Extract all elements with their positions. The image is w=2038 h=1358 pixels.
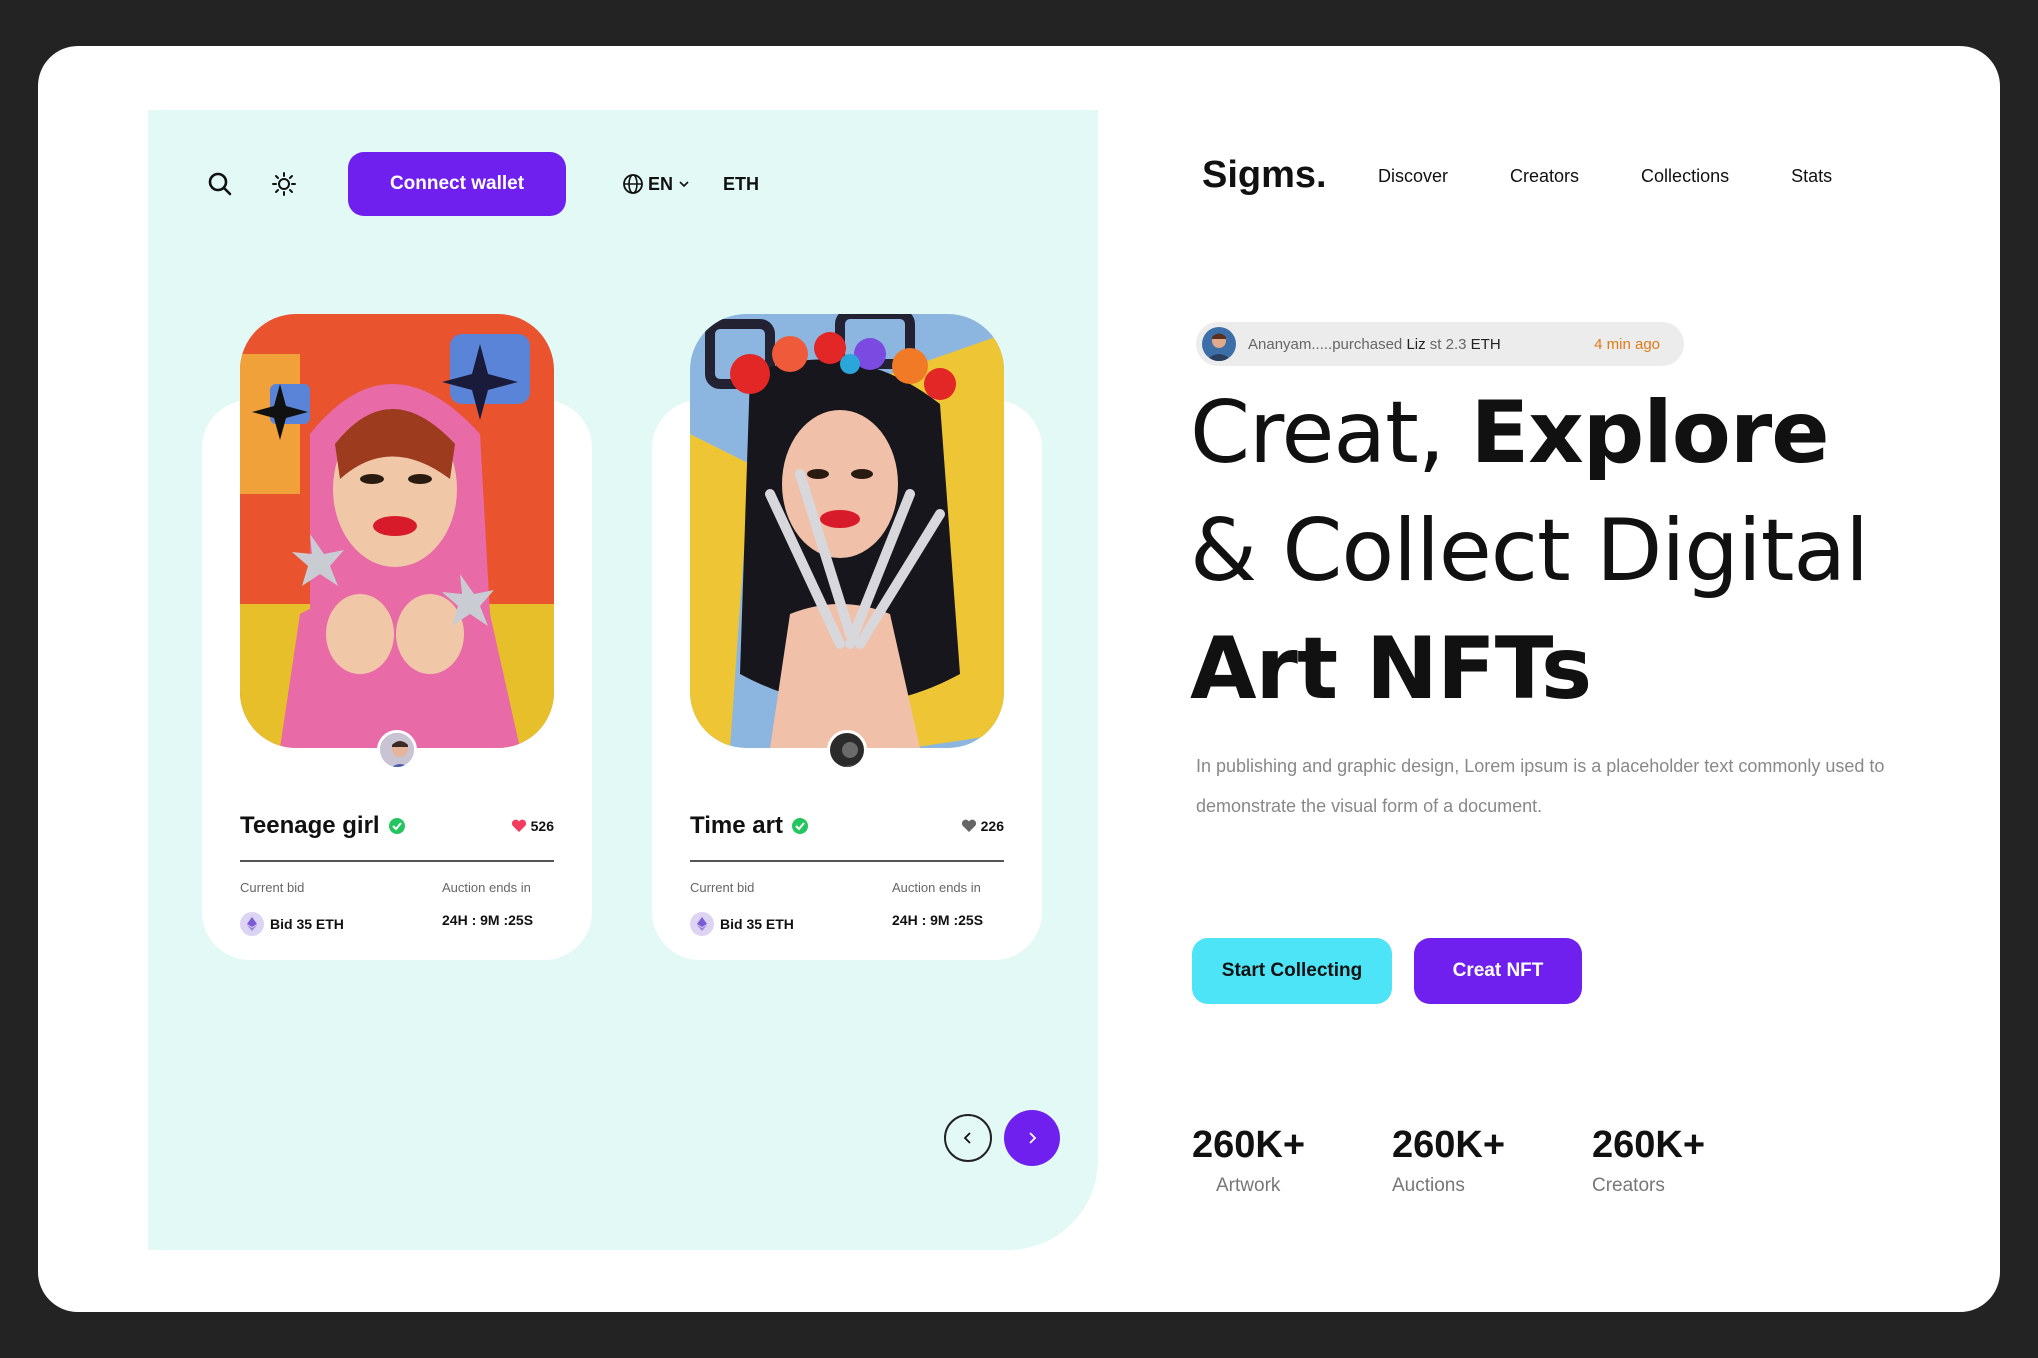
nft-card[interactable]: Time art 226 Current bid Auction ends in… (652, 314, 1042, 960)
nav-stats[interactable]: Stats (1791, 166, 1832, 187)
nav-collections[interactable]: Collections (1641, 166, 1729, 187)
current-bid-value: Bid 35 ETH (240, 912, 344, 936)
showcase-panel: Connect wallet EN ETH Teenage girl 526 C… (148, 110, 1098, 1250)
nft-title: Time art (690, 812, 809, 840)
stat-creators: 260K+ Creators (1592, 1124, 1706, 1196)
like-count: 526 (530, 818, 554, 834)
current-bid-label: Current bid (690, 880, 755, 895)
brand-logo[interactable]: Sigms. (1202, 154, 1327, 197)
previous-button[interactable] (944, 1114, 992, 1162)
nft-title: Teenage girl (240, 812, 406, 840)
auction-countdown: 24H : 9M :25S (892, 912, 984, 928)
carousel-controls (944, 1110, 1060, 1166)
start-collecting-button[interactable]: Start Collecting (1192, 938, 1392, 1004)
language-selector[interactable]: EN (622, 173, 695, 195)
heart-icon (961, 819, 976, 832)
nav-discover[interactable]: Discover (1378, 166, 1448, 187)
divider (690, 860, 1004, 862)
chevron-left-icon (963, 1132, 971, 1144)
currency-selector[interactable]: ETH (723, 174, 759, 195)
language-label: EN (648, 173, 674, 194)
create-nft-button[interactable]: Creat NFT (1414, 938, 1582, 1004)
nft-artwork-image[interactable] (690, 314, 1004, 748)
search-icon[interactable] (200, 164, 240, 204)
current-bid-label: Current bid (240, 880, 305, 895)
nft-artwork-image[interactable] (240, 314, 554, 748)
activity-time: 4 min ago (1594, 335, 1660, 353)
buyer-avatar (1202, 327, 1236, 361)
stat-auctions: 260K+ Auctions (1392, 1124, 1506, 1196)
hero-description: In publishing and graphic design, Lorem … (1196, 756, 1885, 816)
current-bid-value: Bid 35 ETH (690, 912, 794, 936)
globe-icon (623, 174, 643, 194)
stat-artwork: 260K+ Artwork (1192, 1124, 1306, 1196)
creator-avatar[interactable] (827, 730, 867, 770)
ethereum-icon (690, 912, 714, 936)
like-count: 226 (980, 818, 1004, 834)
verified-check-icon (791, 817, 809, 835)
chevron-right-icon (1029, 1132, 1037, 1144)
chevron-down-icon (679, 181, 689, 188)
creator-avatar[interactable] (377, 730, 417, 770)
activity-text: Ananyam.....purchased Liz st 2.3 ETH (1248, 335, 1501, 353)
recent-activity-pill[interactable]: Ananyam.....purchased Liz st 2.3 ETH 4 m… (1196, 322, 1684, 366)
main-nav: Discover Creators Collections Stats (1378, 166, 1894, 187)
divider (240, 860, 554, 862)
connect-wallet-button[interactable]: Connect wallet (348, 152, 566, 216)
nav-creators[interactable]: Creators (1510, 166, 1579, 187)
heart-icon (511, 819, 526, 832)
auction-ends-label: Auction ends in (892, 880, 981, 895)
hero-headline: Creat, Explore & Collect Digital Art NFT… (1190, 383, 1869, 719)
ethereum-icon (240, 912, 264, 936)
nft-card[interactable]: Teenage girl 526 Current bid Auction end… (202, 314, 592, 960)
next-button[interactable] (1004, 1110, 1060, 1166)
auction-ends-label: Auction ends in (442, 880, 531, 895)
like-button[interactable]: 226 (961, 818, 1004, 834)
verified-check-icon (388, 817, 406, 835)
toolbar: Connect wallet EN ETH (200, 152, 759, 216)
like-button[interactable]: 526 (511, 818, 554, 834)
theme-toggle-sun-icon[interactable] (264, 164, 304, 204)
auction-countdown: 24H : 9M :25S (442, 912, 534, 928)
app-frame: Connect wallet EN ETH Teenage girl 526 C… (38, 46, 2000, 1312)
